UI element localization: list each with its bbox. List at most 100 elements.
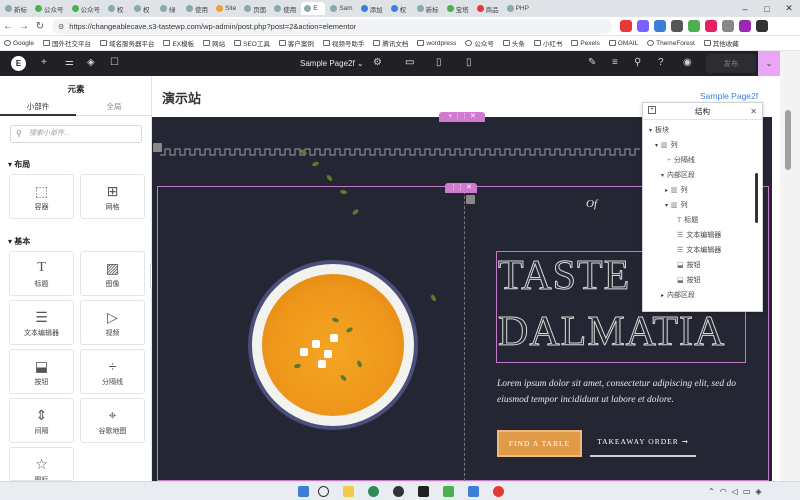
elementor-logo-icon[interactable]: E: [11, 56, 26, 71]
find-table-button[interactable]: FIND A TABLE: [497, 430, 582, 457]
browser-tab[interactable]: 商品: [474, 2, 502, 15]
app-icon[interactable]: [468, 486, 479, 497]
column-handle-icon[interactable]: [466, 195, 475, 204]
browser-tab[interactable]: Site: [213, 2, 239, 15]
menu-dots-icon[interactable]: [756, 20, 768, 32]
page-scrollbar-thumb[interactable]: [785, 110, 791, 170]
search-icon[interactable]: [318, 486, 329, 497]
bookmark-folder[interactable]: 网站: [203, 38, 225, 48]
browser-tab[interactable]: 添加: [358, 2, 386, 15]
nav-item-text-editor[interactable]: ☰ 文本编辑器: [677, 230, 721, 240]
browser-tab[interactable]: 使用: [183, 2, 211, 15]
comments-icon[interactable]: ☐: [110, 57, 119, 68]
bookmark-folder[interactable]: 其他收藏: [703, 38, 739, 48]
section-handle[interactable]: + ⋮⋮ ✕: [439, 112, 485, 122]
settings-sliders-icon[interactable]: ⚌: [65, 57, 74, 68]
subtitle-of[interactable]: Of: [586, 198, 597, 210]
extension-icon[interactable]: [671, 20, 683, 32]
widget-button[interactable]: ⬓ 按钮: [9, 349, 74, 394]
wechat-icon[interactable]: [443, 486, 454, 497]
edge-icon[interactable]: [368, 486, 379, 497]
widget-heading[interactable]: T 标题: [9, 251, 74, 296]
browser-tab[interactable]: 权: [105, 2, 129, 15]
nav-item-button[interactable]: ⬓ 按钮: [677, 260, 701, 270]
nav-item-text-editor[interactable]: ☰ 文本编辑器: [677, 245, 721, 255]
widget-spacer[interactable]: ⇕ 间隔: [9, 398, 74, 443]
nav-item-inner-section[interactable]: ▾ 内部区段: [661, 170, 695, 180]
browser-tab[interactable]: 宝塔: [444, 2, 472, 15]
column-handle-icon[interactable]: [153, 143, 162, 152]
bookmark-folder[interactable]: SEO工具: [234, 38, 270, 48]
bookmark-folder[interactable]: 国外社交平台: [42, 38, 91, 48]
section-basic[interactable]: ▾ 基本: [8, 236, 30, 247]
preview-eye-icon[interactable]: ◉: [683, 57, 692, 68]
navigator-title[interactable]: 结构: [643, 103, 762, 120]
bookmark-item[interactable]: 小红书: [533, 38, 562, 48]
app-icon[interactable]: [418, 486, 429, 497]
start-windows-icon[interactable]: [298, 486, 309, 497]
bookmark-folder[interactable]: EX模板: [163, 38, 194, 48]
reload-icon[interactable]: ↻: [32, 21, 48, 32]
browser-tab[interactable]: 权: [131, 2, 155, 15]
add-element-icon[interactable]: +: [41, 57, 47, 68]
nav-item-column[interactable]: ▾ ▥ 列: [655, 140, 678, 150]
bookmark-folder[interactable]: 域名服务器平台: [99, 38, 154, 48]
back-icon[interactable]: ←: [0, 21, 16, 32]
browser-tab[interactable]: 权: [388, 2, 412, 15]
widget-google-maps[interactable]: ⌖ 谷歌地图: [80, 398, 145, 443]
extension-icon[interactable]: [688, 20, 700, 32]
browser-tab[interactable]: 页面: [241, 2, 269, 15]
widget-icon[interactable]: ☆ 图标: [9, 447, 74, 481]
widget-search-input[interactable]: 搜索小部件...: [10, 125, 142, 143]
widget-divider[interactable]: ÷ 分隔线: [80, 349, 145, 394]
battery-icon[interactable]: ▭: [743, 487, 751, 496]
app-icon[interactable]: [393, 486, 404, 497]
navigator-scrollbar[interactable]: [755, 173, 758, 223]
profile-avatar[interactable]: [739, 20, 751, 32]
maximize-icon[interactable]: □: [756, 4, 778, 14]
browser-tab[interactable]: 新标: [2, 2, 30, 15]
nav-page-link[interactable]: Sample Page2f: [700, 91, 758, 101]
page-name-dropdown[interactable]: Sample Page2f ⌄: [300, 59, 364, 68]
nav-item-inner-section[interactable]: ▸ 内部区段: [661, 290, 695, 300]
notification-icon[interactable]: ◈: [755, 487, 761, 496]
bookmark-item[interactable]: 公众号: [465, 38, 494, 48]
inner-section-handle[interactable]: ⋮⋮ ✕: [445, 183, 477, 193]
bookmark-item[interactable]: Google: [4, 40, 34, 47]
forward-icon[interactable]: →: [16, 21, 32, 32]
history-icon[interactable]: ✎: [588, 57, 596, 68]
takeaway-order-button[interactable]: TAKEAWAY ORDER ➞: [590, 430, 696, 457]
expand-all-icon[interactable]: +: [648, 106, 656, 114]
extension-icon[interactable]: [705, 20, 717, 32]
tab-widgets[interactable]: 小部件: [0, 100, 76, 116]
browser-tab[interactable]: PHP: [504, 2, 532, 15]
file-explorer-icon[interactable]: [343, 486, 354, 497]
browser-tab[interactable]: 公众号: [32, 2, 67, 15]
browser-tab[interactable]: 使用: [271, 2, 299, 15]
search-icon[interactable]: ⚲: [634, 57, 641, 68]
mobile-view-icon[interactable]: ▯: [466, 57, 472, 68]
tablet-view-icon[interactable]: ▯: [436, 57, 442, 68]
publish-options-chevron-icon[interactable]: ⌄: [758, 51, 780, 76]
extension-icon[interactable]: [620, 20, 632, 32]
browser-tab[interactable]: 新标: [414, 2, 442, 15]
bookmark-item[interactable]: ThemeForest: [647, 40, 695, 47]
layers-icon[interactable]: ◈: [87, 57, 95, 68]
nav-item-divider[interactable]: ÷ 分隔线: [667, 155, 695, 165]
browser-tab[interactable]: 公众号: [69, 2, 104, 15]
nav-item-button[interactable]: ⬓ 按钮: [677, 275, 701, 285]
heading-line-1[interactable]: TASTE: [497, 252, 630, 300]
bookmark-item[interactable]: GMAIL: [608, 40, 638, 47]
structure-icon[interactable]: ≡: [612, 57, 618, 68]
browser-tab[interactable]: 绿: [157, 2, 181, 15]
bookmark-item[interactable]: Pexels: [571, 40, 600, 47]
heading-line-2[interactable]: DALMATIA: [497, 308, 725, 356]
chevron-up-icon[interactable]: ⌃: [708, 487, 715, 496]
widget-image[interactable]: ▨ 图像: [80, 251, 145, 296]
wifi-icon[interactable]: ◠: [720, 487, 727, 496]
site-title[interactable]: 演示站: [162, 88, 201, 107]
bookmark-folder[interactable]: 客户案例: [278, 38, 314, 48]
tab-global[interactable]: 全局: [76, 100, 152, 116]
extension-icon[interactable]: [654, 20, 666, 32]
widget-video[interactable]: ▷ 视频: [80, 300, 145, 345]
